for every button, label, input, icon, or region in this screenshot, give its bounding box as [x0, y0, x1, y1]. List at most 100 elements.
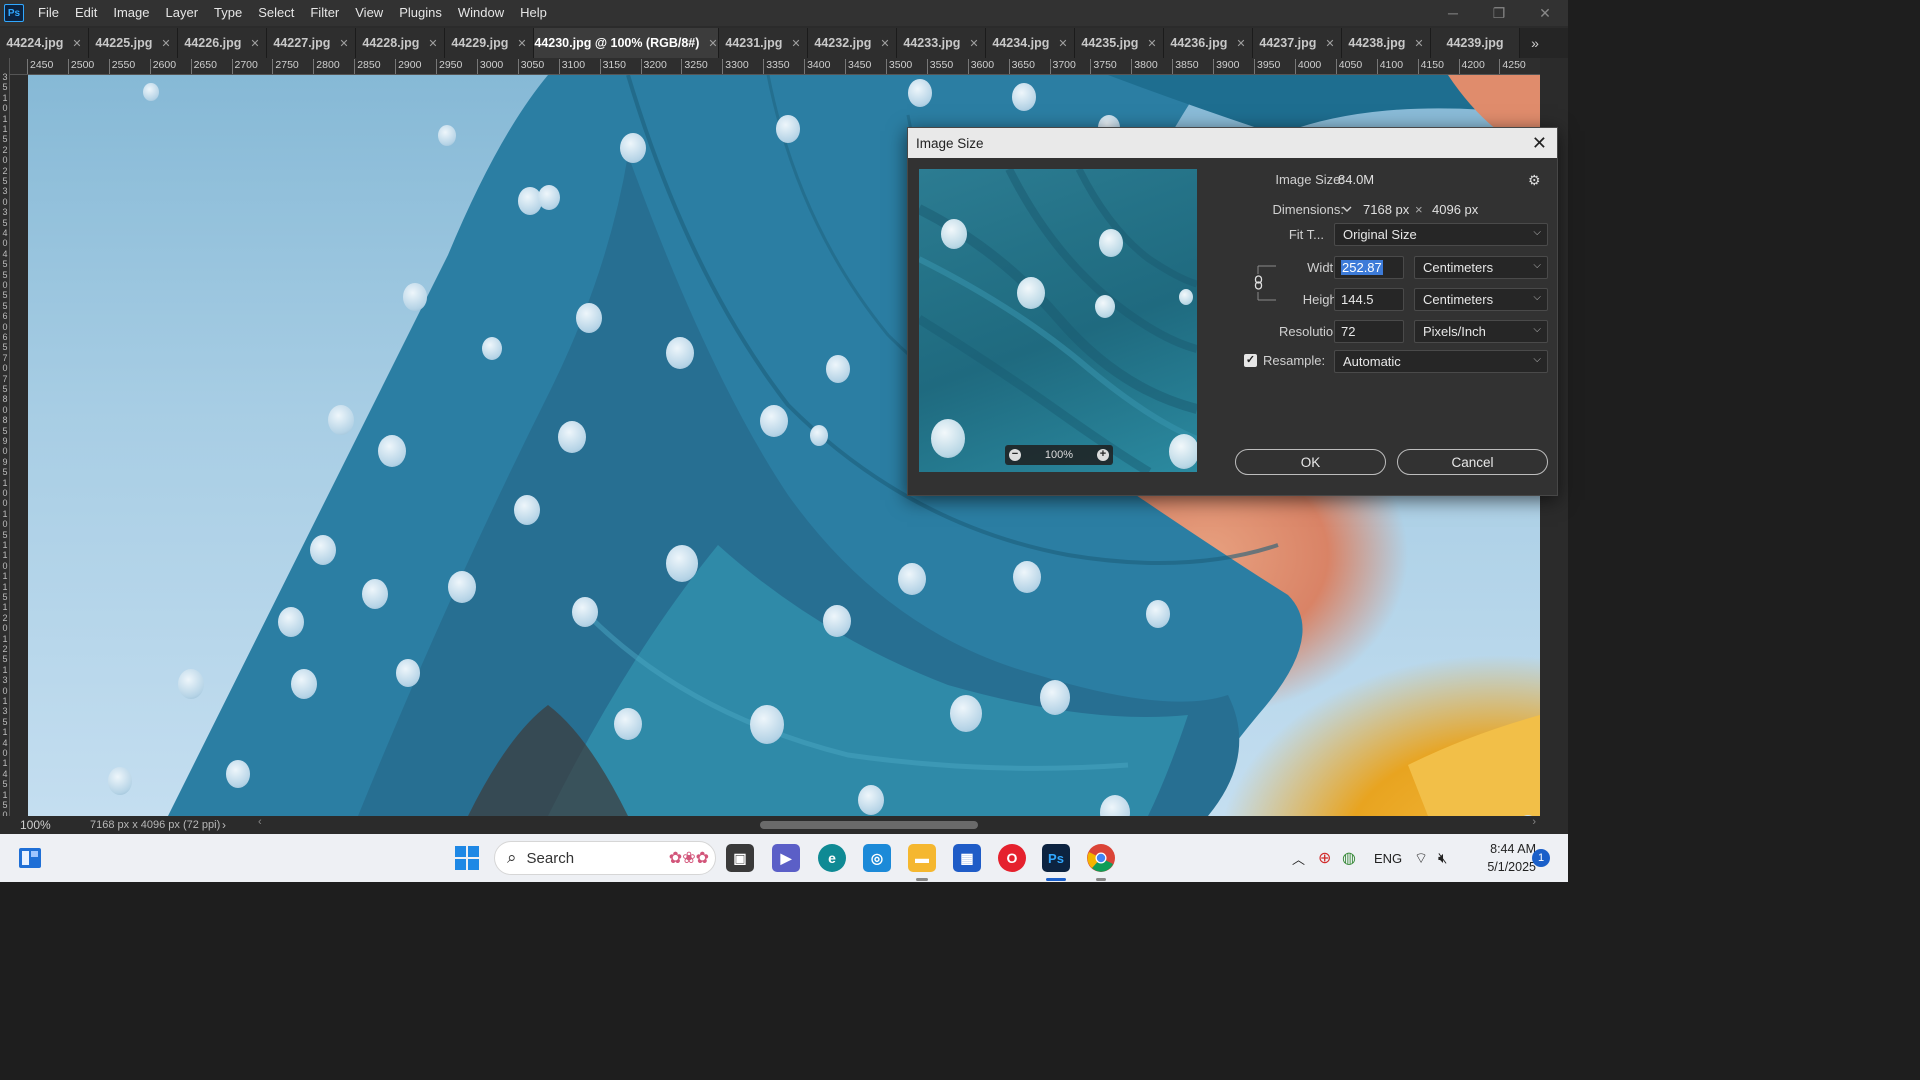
- status-arrow-icon[interactable]: ›: [222, 818, 242, 832]
- menu-help[interactable]: Help: [512, 0, 555, 26]
- horizontal-scroll-thumb[interactable]: [760, 821, 978, 829]
- lens-icon[interactable]: ◎: [863, 844, 891, 872]
- tab-44231[interactable]: 44231.jpg ✕: [719, 28, 808, 58]
- close-icon[interactable]: ✕: [161, 37, 170, 50]
- edge-icon[interactable]: e: [818, 844, 846, 872]
- width-unit-dropdown[interactable]: Centimeters ⌵: [1414, 256, 1548, 279]
- resolution-field[interactable]: 72: [1334, 320, 1404, 343]
- ruler-tick: 2550: [108, 59, 136, 74]
- close-icon[interactable]: ✕: [339, 37, 348, 50]
- fit-to-dropdown[interactable]: Original Size ⌵: [1334, 223, 1548, 246]
- tab-44226[interactable]: 44226.jpg ✕: [178, 28, 267, 58]
- menu-file[interactable]: File: [30, 0, 67, 26]
- tab-44232[interactable]: 44232.jpg ✕: [808, 28, 897, 58]
- chrome-icon[interactable]: [1087, 844, 1115, 872]
- language-indicator[interactable]: ENG: [1374, 834, 1402, 882]
- notification-badge[interactable]: 1: [1532, 849, 1550, 867]
- teams-icon[interactable]: ▶: [772, 844, 800, 872]
- photoshop-taskbar-icon[interactable]: Ps: [1042, 844, 1070, 872]
- close-icon[interactable]: ✕: [428, 37, 437, 50]
- tab-44227[interactable]: 44227.jpg ✕: [267, 28, 356, 58]
- ruler-digit: 3: [2, 207, 8, 218]
- close-icon[interactable]: ✕: [1147, 37, 1156, 50]
- minimize-button[interactable]: ─: [1430, 0, 1476, 26]
- zoom-level[interactable]: 100%: [0, 818, 62, 832]
- menu-layer[interactable]: Layer: [158, 0, 207, 26]
- image-preview[interactable]: − 100% +: [919, 169, 1197, 472]
- menu-view[interactable]: View: [347, 0, 391, 26]
- tab-44233[interactable]: 44233.jpg ✕: [897, 28, 986, 58]
- polka-dot: [760, 405, 788, 438]
- width-unit: Centimeters: [1423, 260, 1494, 275]
- height-unit-dropdown[interactable]: Centimeters ⌵: [1414, 288, 1548, 311]
- menu-image[interactable]: Image: [105, 0, 157, 26]
- tab-44234[interactable]: 44234.jpg ✕: [986, 28, 1075, 58]
- scroll-right-icon[interactable]: ›: [1532, 816, 1536, 828]
- ok-button[interactable]: OK: [1235, 449, 1386, 475]
- close-icon[interactable]: ✕: [1532, 133, 1547, 154]
- start-icon[interactable]: [453, 844, 481, 872]
- close-button[interactable]: ✕: [1522, 0, 1568, 26]
- tab-44228[interactable]: 44228.jpg ✕: [356, 28, 445, 58]
- network-globe-icon[interactable]: ◍: [1342, 834, 1356, 882]
- opera-icon[interactable]: O: [998, 844, 1026, 872]
- horizontal-ruler[interactable]: 2450 2500 2550 2600 2650 2700 2750 2800 2850 2900…: [10, 58, 1540, 75]
- tab-44230-active[interactable]: 44230.jpg @ 100% (RGB/8#) ✕: [534, 28, 719, 58]
- tray-overflow-icon[interactable]: ︿: [1292, 834, 1305, 882]
- close-icon[interactable]: ✕: [1325, 37, 1334, 50]
- cancel-button[interactable]: Cancel: [1397, 449, 1548, 475]
- tab-44225[interactable]: 44225.jpg ✕: [89, 28, 178, 58]
- resample-checkbox[interactable]: ✓: [1244, 354, 1257, 367]
- zoom-in-icon[interactable]: +: [1096, 449, 1109, 461]
- close-icon[interactable]: ✕: [250, 37, 259, 50]
- close-icon[interactable]: ✕: [708, 37, 717, 50]
- taskbar-search[interactable]: ⌕ Search ✿❀✿: [494, 841, 716, 875]
- ruler-digit: 5: [2, 342, 8, 353]
- task-view-icon[interactable]: ▣: [726, 844, 754, 872]
- resolution-unit-dropdown[interactable]: Pixels/Inch ⌵: [1414, 320, 1548, 343]
- vertical-ruler[interactable]: 3510115202530354045505560657075808590951…: [0, 58, 10, 820]
- menu-select[interactable]: Select: [250, 0, 302, 26]
- close-icon[interactable]: ✕: [880, 37, 889, 50]
- dimensions-chevron-icon[interactable]: [1340, 202, 1354, 216]
- ruler-digit: 4: [2, 768, 8, 779]
- tab-44238[interactable]: 44238.jpg ✕: [1342, 28, 1431, 58]
- horizontal-scrollbar[interactable]: ‹ ›: [258, 816, 1538, 831]
- close-icon[interactable]: ✕: [791, 37, 800, 50]
- close-icon[interactable]: ✕: [72, 37, 81, 50]
- menu-plugins[interactable]: Plugins: [391, 0, 450, 26]
- resample-dropdown[interactable]: Automatic ⌵: [1334, 350, 1548, 373]
- close-icon[interactable]: ✕: [1058, 37, 1067, 50]
- menu-edit[interactable]: Edit: [67, 0, 105, 26]
- tab-overflow-icon[interactable]: »: [1520, 28, 1550, 58]
- file-explorer-icon[interactable]: ▬: [908, 844, 936, 872]
- height-field[interactable]: 144.5: [1334, 288, 1404, 311]
- close-icon[interactable]: ✕: [517, 37, 526, 50]
- dialog-title-bar[interactable]: Image Size ✕: [908, 128, 1557, 158]
- menu-filter[interactable]: Filter: [302, 0, 347, 26]
- menu-window[interactable]: Window: [450, 0, 512, 26]
- restore-button[interactable]: ❐: [1476, 0, 1522, 26]
- vpn-icon[interactable]: ⊕: [1318, 834, 1331, 882]
- volume-muted-icon[interactable]: 🔇︎: [1438, 834, 1447, 882]
- close-icon[interactable]: ✕: [1414, 37, 1423, 50]
- system-clock[interactable]: 8:44 AM 5/1/2025: [1466, 840, 1536, 876]
- store-icon[interactable]: ▦: [953, 844, 981, 872]
- chevron-down-icon: ⌵: [1533, 260, 1541, 271]
- ruler-tick: 3300: [722, 59, 749, 74]
- width-field[interactable]: 252.87: [1334, 256, 1404, 279]
- menu-type[interactable]: Type: [206, 0, 250, 26]
- tab-44229[interactable]: 44229.jpg ✕: [445, 28, 534, 58]
- gear-icon[interactable]: ⚙: [1528, 172, 1541, 189]
- close-icon[interactable]: ✕: [969, 37, 978, 50]
- wifi-icon[interactable]: ⌔: [1414, 834, 1428, 882]
- tab-44224[interactable]: 44224.jpg ✕: [0, 28, 89, 58]
- close-icon[interactable]: ✕: [1236, 37, 1245, 50]
- tab-44237[interactable]: 44237.jpg ✕: [1253, 28, 1342, 58]
- tab-44235[interactable]: 44235.jpg ✕: [1075, 28, 1164, 58]
- zoom-out-icon[interactable]: −: [1009, 449, 1021, 461]
- tab-44239[interactable]: 44239.jpg: [1431, 28, 1520, 58]
- tab-44236[interactable]: 44236.jpg ✕: [1164, 28, 1253, 58]
- scroll-left-icon[interactable]: ‹: [258, 816, 262, 828]
- widgets-icon[interactable]: [16, 844, 44, 872]
